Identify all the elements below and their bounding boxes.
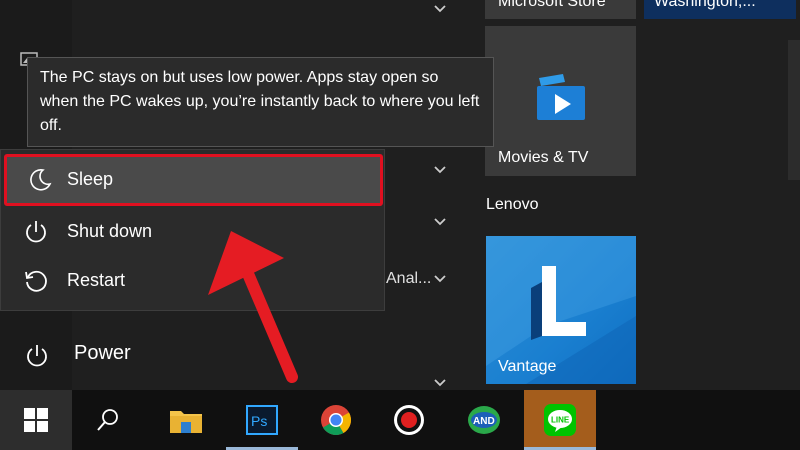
moon-icon: [30, 168, 52, 191]
chevron-down-icon[interactable]: [433, 4, 447, 14]
chevron-down-icon[interactable]: [433, 378, 447, 388]
chevron-down-icon[interactable]: [433, 165, 447, 175]
chevron-down-icon[interactable]: [433, 217, 447, 227]
file-explorer-button[interactable]: [150, 390, 222, 450]
sleep-menu-item[interactable]: Sleep: [4, 154, 383, 206]
recorder-button[interactable]: [373, 390, 445, 450]
menu-item-label: Shut down: [67, 221, 153, 241]
weather-tile[interactable]: Washington,...: [644, 0, 796, 19]
search-button[interactable]: [72, 390, 144, 450]
tile-label: Movies & TV: [498, 149, 589, 166]
restart-icon: [25, 270, 47, 292]
tile-label: Vantage: [498, 358, 557, 375]
photoshop-button[interactable]: Ps: [226, 390, 298, 450]
line-icon: LINE: [544, 404, 576, 436]
microsoft-store-tile[interactable]: Microsoft Store: [485, 0, 636, 19]
tile-label: Microsoft Store: [498, 0, 606, 10]
search-icon: [97, 409, 118, 431]
record-icon: [394, 405, 424, 435]
tile-group-header[interactable]: Lenovo: [486, 196, 539, 214]
power-flyout-menu: Sleep Shut down Restart: [0, 149, 385, 311]
annotation-arrow-icon: [208, 231, 298, 383]
and-icon: AND: [468, 406, 500, 434]
app-list-item-label[interactable]: Anal...: [386, 270, 431, 288]
start-button[interactable]: [0, 390, 72, 450]
svg-text:Ps: Ps: [251, 413, 267, 429]
lenovo-vantage-tile[interactable]: Vantage: [486, 236, 636, 384]
taskbar: Ps AND LINE: [0, 390, 800, 450]
photoshop-icon: Ps: [246, 405, 278, 435]
svg-text:AND: AND: [473, 416, 495, 427]
svg-text:LINE: LINE: [551, 416, 570, 425]
tile-edge: [788, 40, 800, 180]
line-app-button[interactable]: LINE: [524, 390, 596, 450]
chrome-button[interactable]: [300, 390, 372, 450]
power-label: Power: [74, 342, 131, 364]
movies-tv-icon: [537, 74, 585, 120]
chevron-down-icon[interactable]: [433, 274, 447, 284]
file-explorer-icon: [170, 411, 202, 433]
chrome-icon: [321, 405, 352, 436]
restart-menu-item[interactable]: Restart: [1, 256, 384, 304]
windows-start-icon: [24, 408, 48, 432]
sleep-tooltip: The PC stays on but uses low power. Apps…: [27, 57, 494, 147]
power-icon: [27, 345, 47, 367]
power-icon: [26, 221, 46, 243]
movies-tv-tile[interactable]: Movies & TV: [485, 26, 636, 176]
menu-item-label: Restart: [67, 270, 126, 290]
menu-item-label: Sleep: [67, 169, 114, 189]
tile-label: Washington,...: [654, 0, 756, 10]
shut-down-menu-item[interactable]: Shut down: [1, 207, 384, 255]
and-app-button[interactable]: AND: [448, 390, 520, 450]
